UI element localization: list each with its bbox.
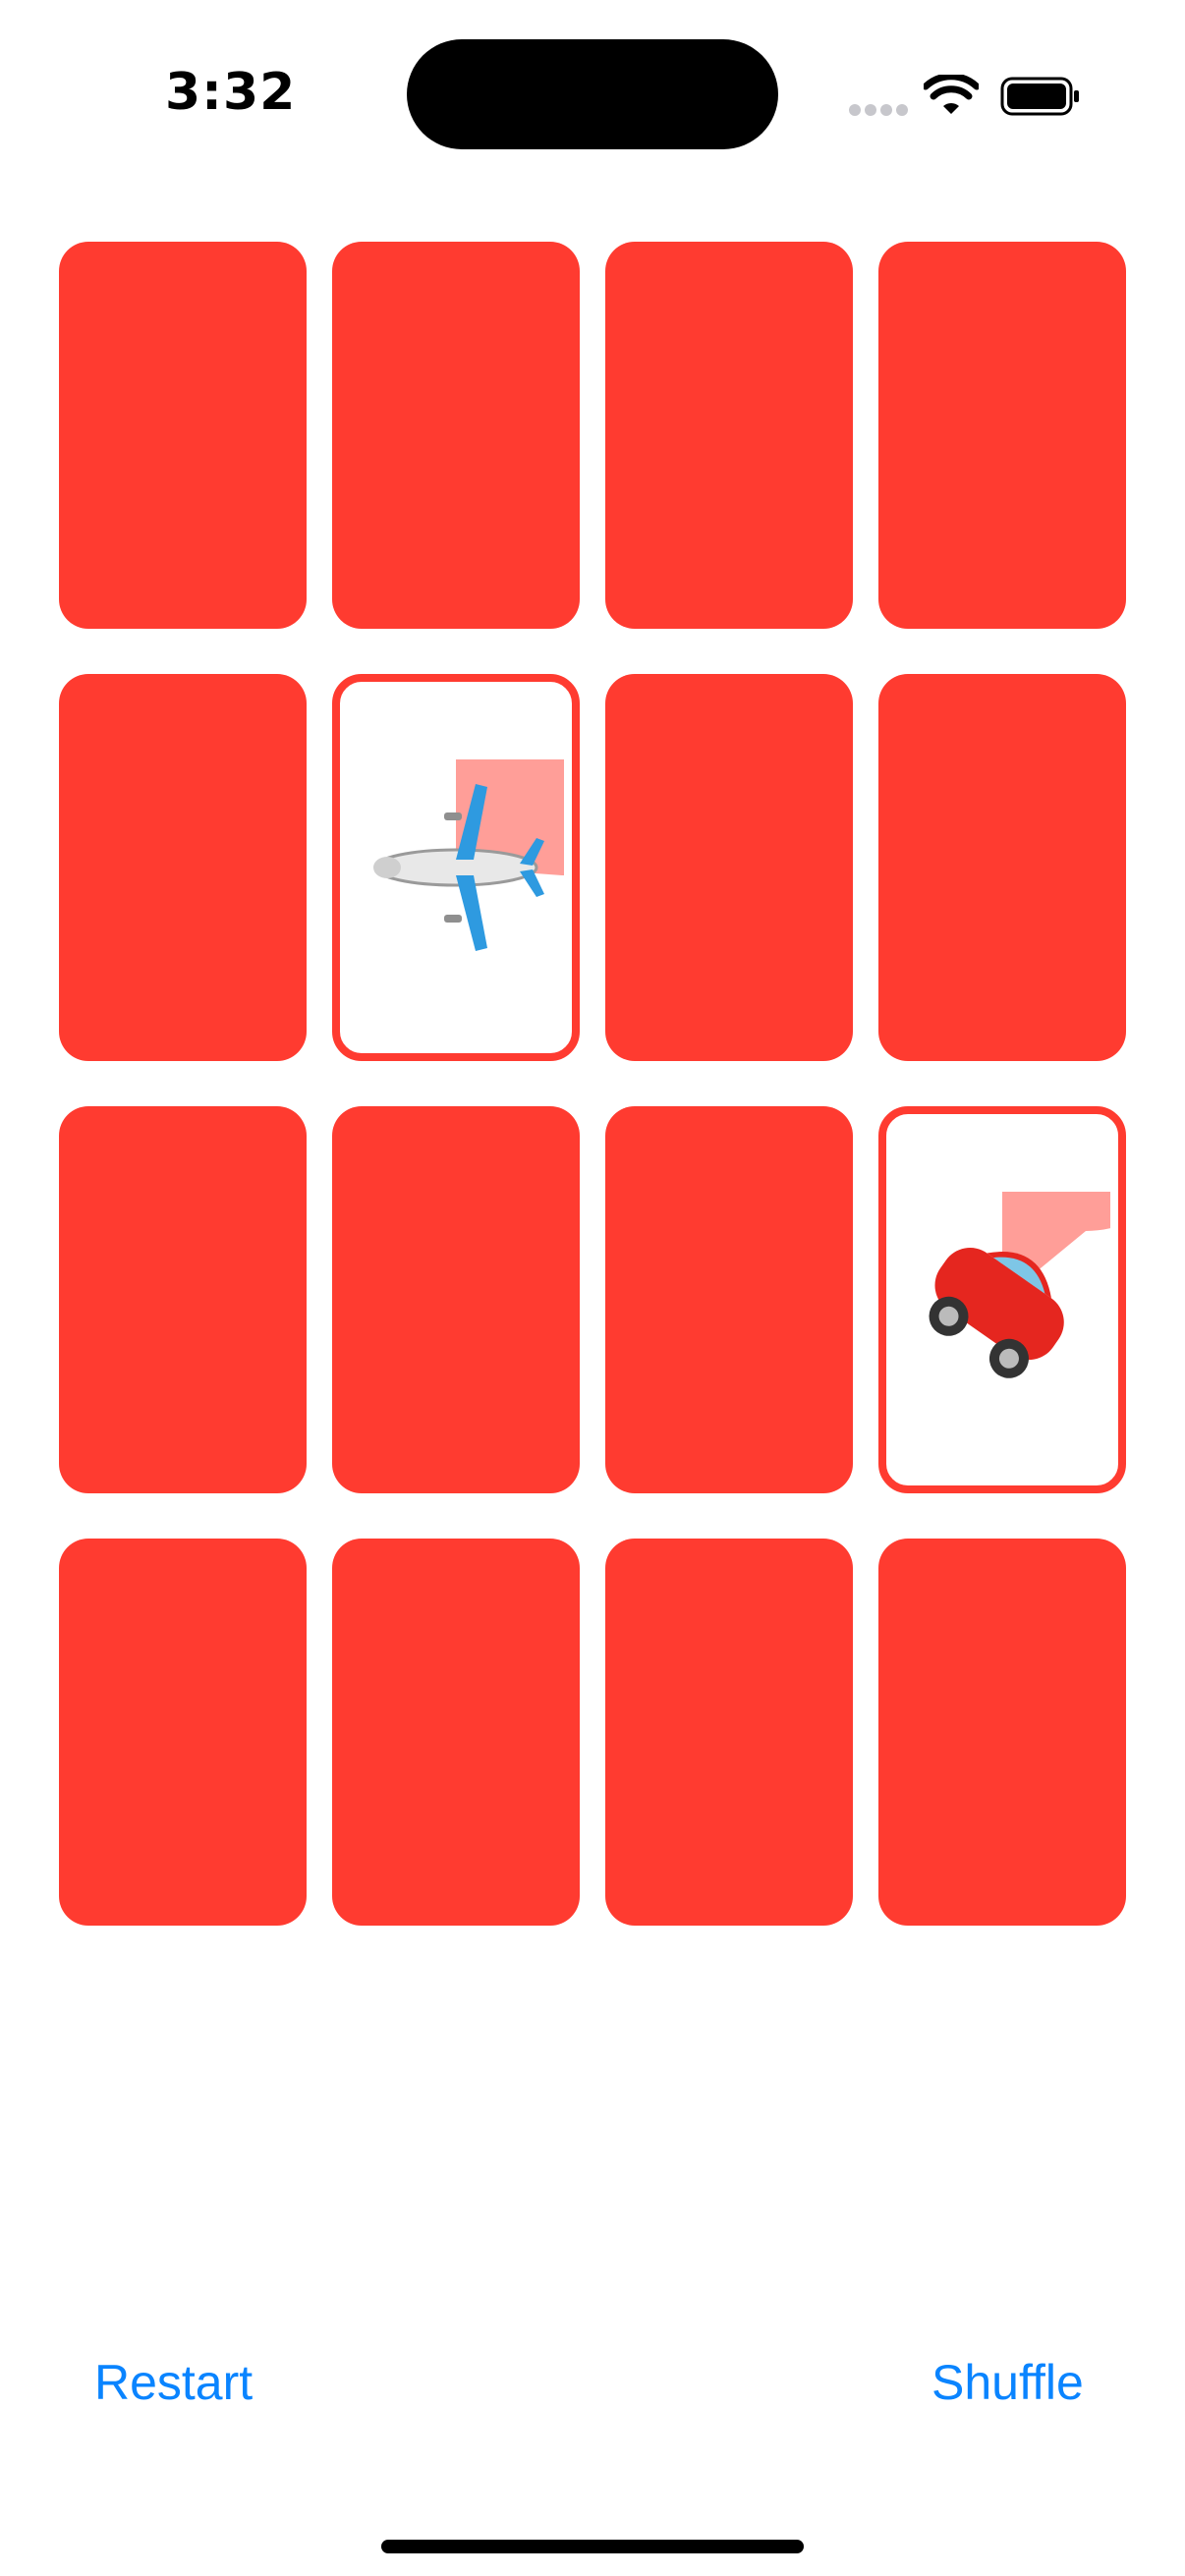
- battery-icon: [1000, 77, 1079, 116]
- shuffle-button[interactable]: Shuffle: [931, 2358, 1084, 2407]
- card[interactable]: [59, 242, 307, 629]
- card-grid: [59, 242, 1126, 1926]
- card[interactable]: [59, 1539, 307, 1926]
- card[interactable]: [605, 1539, 853, 1926]
- wifi-icon: [924, 75, 979, 114]
- status-time: 3:32: [165, 63, 297, 122]
- home-indicator: [381, 2540, 804, 2553]
- card[interactable]: [332, 1539, 580, 1926]
- card[interactable]: [332, 242, 580, 629]
- card[interactable]: [878, 242, 1126, 629]
- airplane-emoji: [373, 784, 544, 951]
- card[interactable]: [605, 1106, 853, 1493]
- card[interactable]: [605, 674, 853, 1061]
- dynamic-island: [407, 39, 778, 149]
- card[interactable]: [59, 674, 307, 1061]
- card-face-up[interactable]: [332, 674, 580, 1061]
- card[interactable]: [878, 674, 1126, 1061]
- cellular-signal-icon: [849, 104, 908, 118]
- card[interactable]: [332, 1106, 580, 1493]
- card-face-up[interactable]: [878, 1106, 1126, 1493]
- status-bar: 3:32: [0, 0, 1185, 177]
- restart-button[interactable]: Restart: [94, 2358, 253, 2407]
- car-emoji: [929, 1248, 1064, 1378]
- card[interactable]: [59, 1106, 307, 1493]
- card[interactable]: [605, 242, 853, 629]
- card[interactable]: [878, 1539, 1126, 1926]
